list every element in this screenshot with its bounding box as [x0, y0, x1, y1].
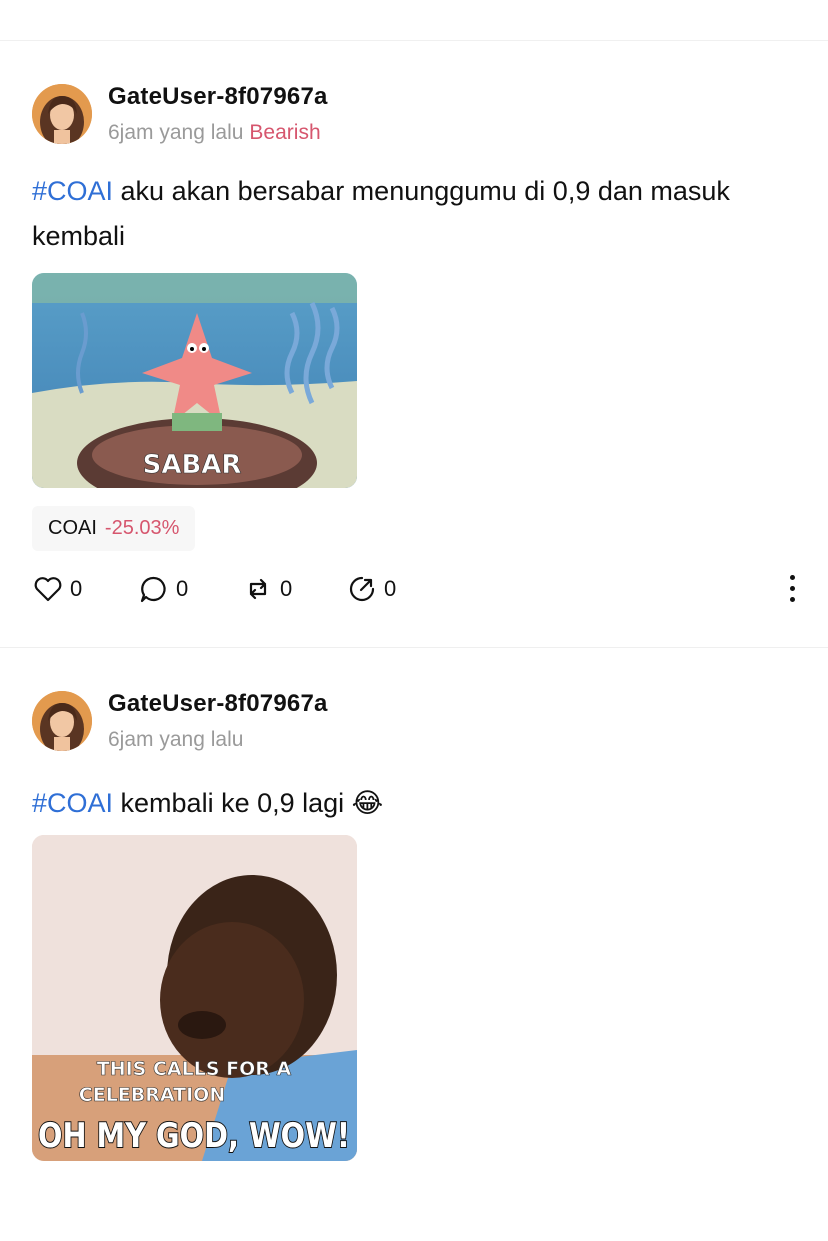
post-meta: 6jam yang lalu Bearish — [108, 121, 321, 145]
gif-caption-big: OH MY GOD, WOW! — [38, 1116, 350, 1156]
timestamp: 6jam yang lalu — [108, 728, 244, 751]
sentiment-badge: Bearish — [249, 121, 321, 144]
post-gif[interactable]: SABAR — [32, 273, 357, 488]
comment-count: 0 — [176, 576, 189, 601]
heart-icon — [34, 577, 62, 602]
timestamp: 6jam yang lalu — [108, 121, 244, 144]
hashtag-link[interactable]: #COAI — [32, 788, 113, 818]
repost-button[interactable]: 0 — [242, 569, 292, 609]
gif-caption: SABAR — [143, 450, 242, 480]
avatar[interactable] — [32, 691, 92, 751]
post-body: kembali ke 0,9 lagi 😂 — [113, 788, 384, 818]
share-icon — [349, 576, 375, 602]
post-card[interactable]: GateUser-8f07967a 6jam yang lalu #COAI k… — [0, 648, 828, 1241]
username[interactable]: GateUser-8f07967a — [108, 83, 328, 111]
action-bar: 0 0 0 0 — [32, 569, 802, 609]
like-button[interactable]: 0 — [32, 569, 82, 609]
avatar[interactable] — [32, 84, 92, 144]
more-vertical-icon[interactable] — [782, 571, 802, 607]
ticker-change: -25.03% — [104, 517, 180, 539]
post-text: #COAI kembali ke 0,9 lagi 😂 — [32, 781, 792, 826]
post-meta: 6jam yang lalu — [108, 728, 243, 752]
post-card[interactable]: GateUser-8f07967a 6jam yang lalu Bearish … — [0, 41, 828, 647]
comment-icon — [140, 576, 166, 603]
repost-icon — [249, 578, 267, 600]
post-text: #COAI aku akan bersabar menunggumu di 0,… — [32, 169, 792, 259]
post-body: aku akan bersabar menunggumu di 0,9 dan … — [32, 176, 730, 251]
post-gif[interactable]: THIS CALLS FOR A CELEBRATION OH MY GOD, … — [32, 835, 357, 1161]
gif-caption-line1: THIS CALLS FOR A — [97, 1058, 292, 1080]
share-button[interactable]: 0 — [346, 569, 396, 609]
username[interactable]: GateUser-8f07967a — [108, 690, 328, 718]
share-count: 0 — [384, 576, 397, 601]
hashtag-link[interactable]: #COAI — [32, 176, 113, 206]
ticker-chip[interactable]: COAI -25.03% — [32, 506, 196, 551]
repost-count: 0 — [280, 576, 293, 601]
gif-caption-line2: CELEBRATION — [79, 1084, 225, 1106]
comment-button[interactable]: 0 — [138, 569, 188, 609]
like-count: 0 — [70, 576, 83, 601]
ticker-symbol: COAI — [48, 517, 97, 539]
